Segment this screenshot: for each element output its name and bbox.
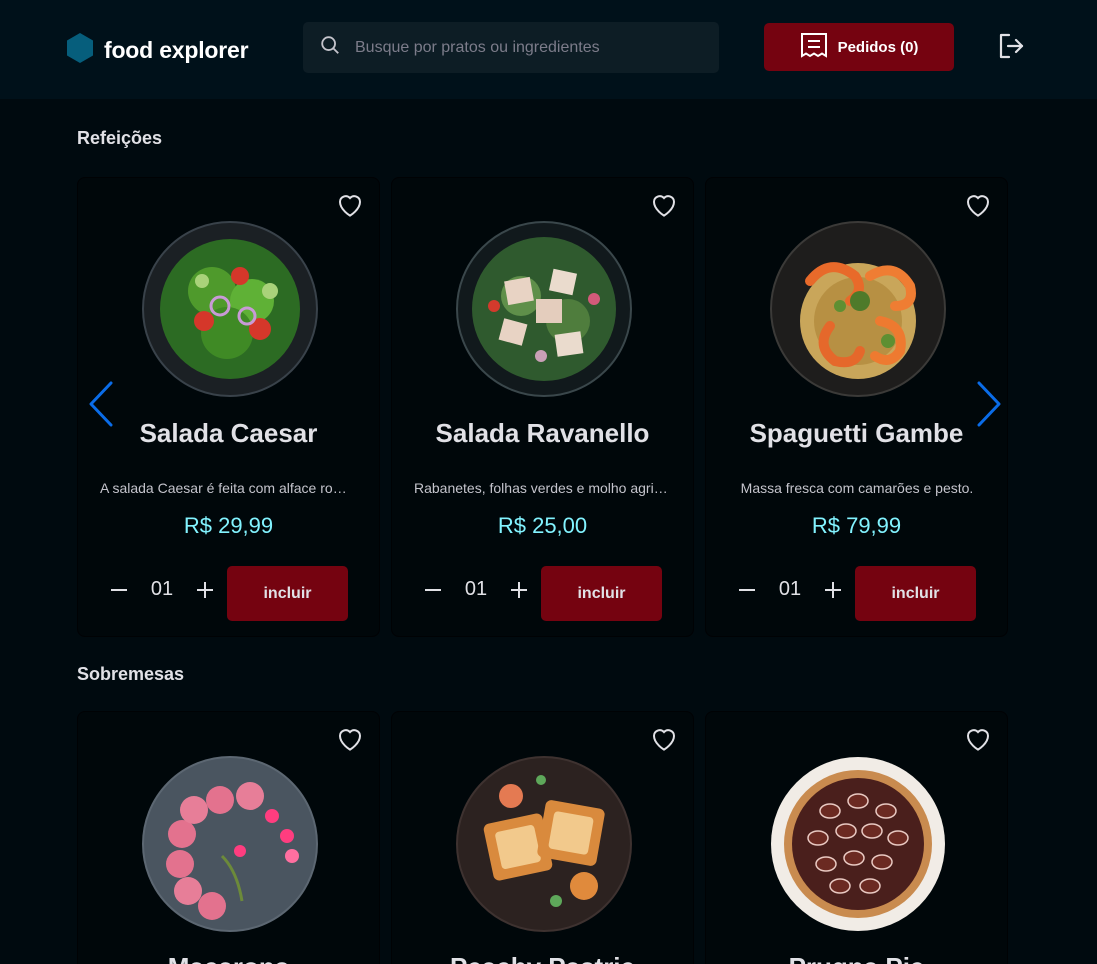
minus-icon[interactable] [422, 579, 444, 601]
header: food explorer Pedidos (0) [0, 0, 1097, 99]
brand[interactable]: food explorer [66, 33, 249, 68]
include-button[interactable]: incluir [541, 566, 662, 621]
heart-icon[interactable] [335, 190, 365, 220]
carousel-next-button[interactable] [974, 381, 1004, 431]
sign-out-icon [997, 32, 1025, 65]
quantity-stepper: 01 [422, 578, 530, 601]
plus-icon[interactable] [194, 579, 216, 601]
quantity-value: 01 [150, 578, 174, 600]
section-title-meals: Refeições [77, 128, 163, 148]
heart-icon[interactable] [963, 724, 993, 754]
hexagon-icon [66, 33, 94, 68]
search-icon [319, 34, 341, 61]
dish-name[interactable]: Spaguetti Gambe [706, 418, 1007, 449]
heart-icon[interactable] [963, 190, 993, 220]
search-input[interactable] [355, 38, 695, 57]
dish-card[interactable]: Spaguetti Gambe Massa fresca com camarõe… [705, 177, 1008, 637]
dish-card[interactable]: Salada Ravanello Rabanetes, folhas verde… [391, 177, 694, 637]
dish-price: R$ 25,00 [497, 513, 588, 538]
dish-price: R$ 79,99 [811, 513, 902, 538]
dish-image[interactable] [456, 221, 632, 397]
dish-image[interactable] [456, 756, 632, 932]
carousel-prev-button[interactable] [86, 381, 116, 431]
dish-description: A salada Caesar é feita com alface roman… [100, 480, 358, 496]
brand-name: food explorer [104, 37, 249, 63]
dish-image[interactable] [142, 221, 318, 397]
quantity-stepper: 01 [108, 578, 216, 601]
heart-icon[interactable] [649, 724, 679, 754]
dish-card[interactable]: Salada Caesar A salada Caesar é feita co… [77, 177, 380, 637]
chevron-right-icon [976, 381, 1002, 432]
orders-label: Pedidos (0) [837, 38, 919, 56]
search-bar[interactable] [303, 22, 719, 73]
section-title-desserts: Sobremesas [77, 664, 185, 684]
plus-icon[interactable] [822, 579, 844, 601]
dish-image[interactable] [770, 221, 946, 397]
dish-name[interactable]: Peachy Pastrie [392, 952, 693, 964]
dish-card[interactable]: Prugna Pie [705, 711, 1008, 964]
dish-name[interactable]: Macarons [78, 952, 379, 964]
orders-button[interactable]: Pedidos (0) [764, 23, 954, 71]
dish-image[interactable] [770, 756, 946, 932]
chevron-left-icon [88, 381, 114, 432]
heart-icon[interactable] [335, 724, 365, 754]
plus-icon[interactable] [508, 579, 530, 601]
quantity-stepper: 01 [736, 578, 844, 601]
dish-name[interactable]: Prugna Pie [706, 952, 1007, 964]
dish-description: Massa fresca com camarões e pesto. [740, 480, 974, 496]
dish-name[interactable]: Salada Ravanello [392, 418, 693, 449]
minus-icon[interactable] [736, 579, 758, 601]
dish-price: R$ 29,99 [183, 513, 274, 538]
heart-icon[interactable] [649, 190, 679, 220]
minus-icon[interactable] [108, 579, 130, 601]
dish-card[interactable]: Macarons [77, 711, 380, 964]
include-button[interactable]: incluir [227, 566, 348, 621]
include-button[interactable]: incluir [855, 566, 976, 621]
dish-image[interactable] [142, 756, 318, 932]
quantity-value: 01 [464, 578, 488, 600]
quantity-value: 01 [778, 578, 802, 600]
receipt-icon [800, 32, 828, 62]
dish-card[interactable]: Peachy Pastrie [391, 711, 694, 964]
logout-button[interactable] [996, 33, 1026, 63]
dish-name[interactable]: Salada Caesar [78, 418, 379, 449]
dish-description: Rabanetes, folhas verdes e molho agridoc… [414, 480, 672, 496]
